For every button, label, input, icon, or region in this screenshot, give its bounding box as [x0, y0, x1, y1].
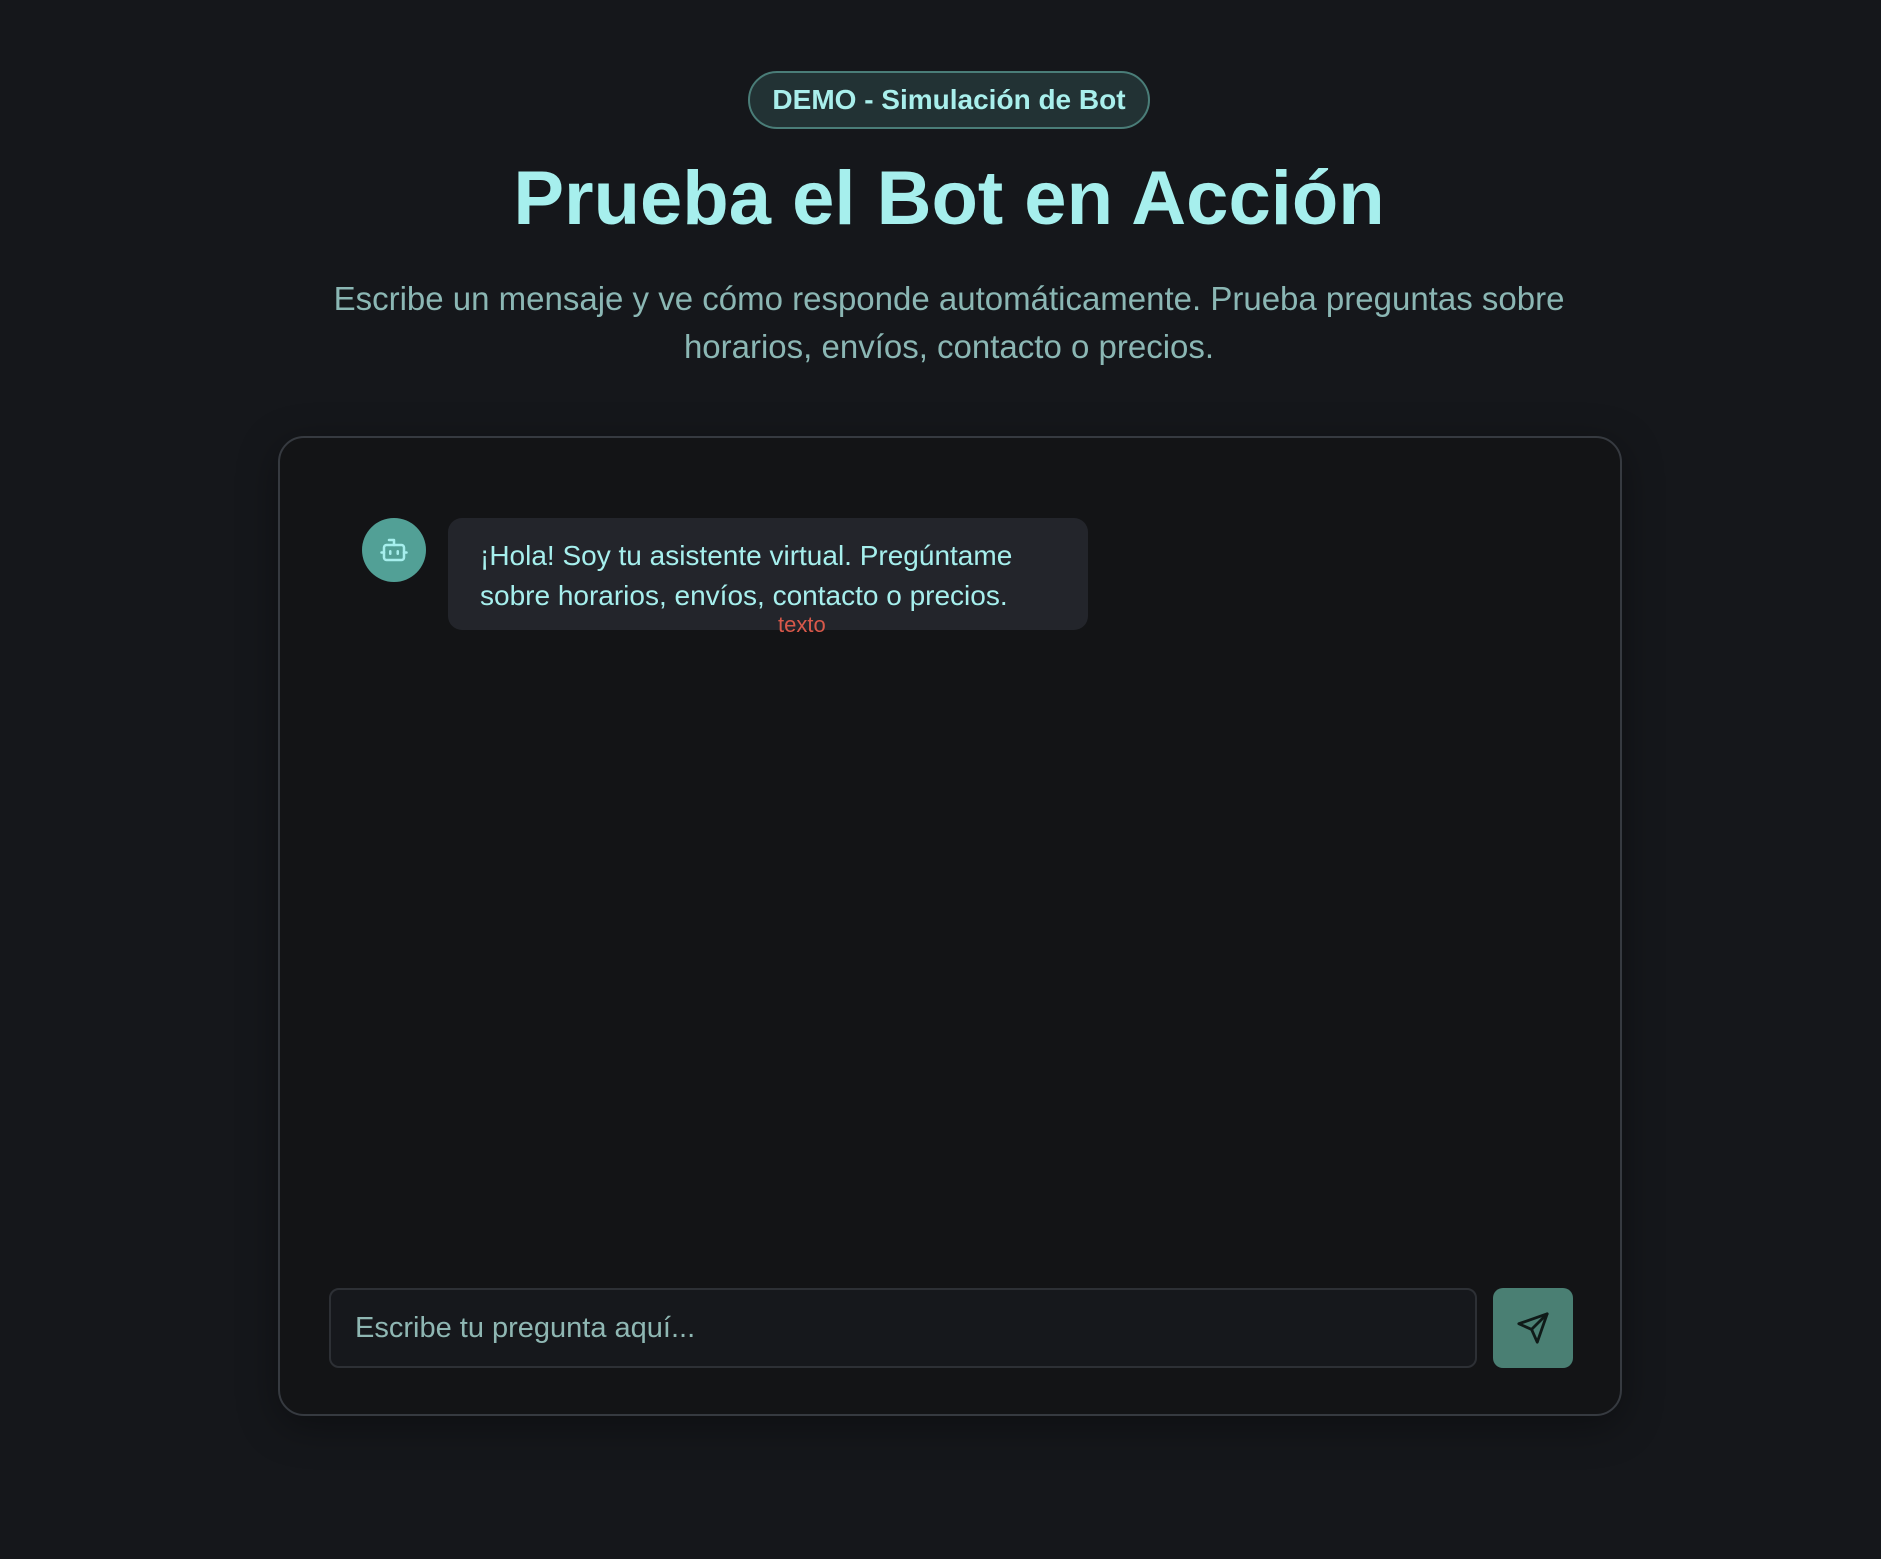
chat-input[interactable]	[329, 1288, 1477, 1368]
bot-avatar	[362, 518, 426, 582]
robot-icon	[380, 538, 408, 562]
demo-badge: DEMO - Simulación de Bot	[748, 71, 1150, 129]
send-icon	[1517, 1312, 1549, 1344]
chat-window: ¡Hola! Soy tu asistente virtual. Pregúnt…	[278, 436, 1622, 1416]
message-tag: texto	[778, 612, 826, 637]
send-button[interactable]	[1493, 1288, 1573, 1368]
page-subtitle: Escribe un mensaje y ve cómo responde au…	[333, 280, 1565, 365]
bot-message-bubble: ¡Hola! Soy tu asistente virtual. Pregúnt…	[448, 518, 1088, 630]
page-title: Prueba el Bot en Acción	[513, 156, 1385, 241]
